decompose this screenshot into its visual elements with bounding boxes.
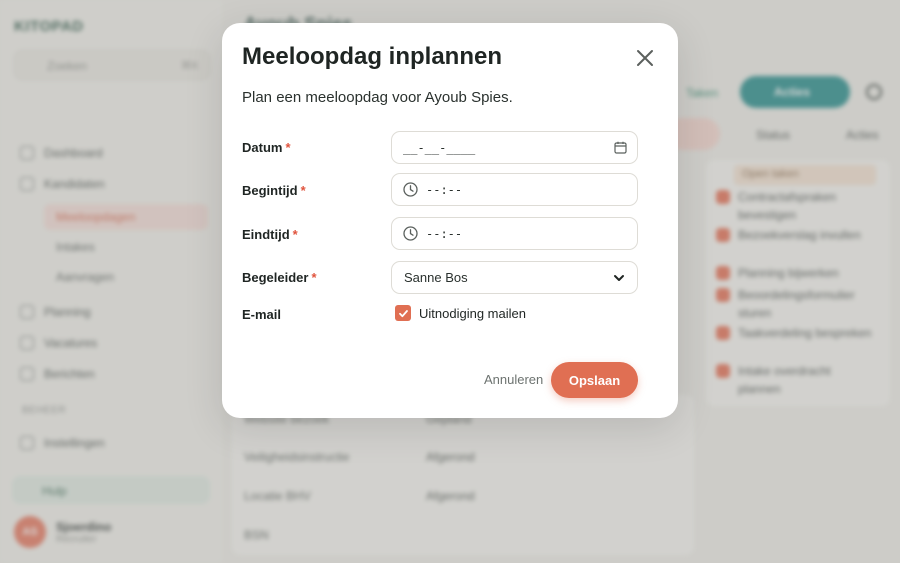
required-mark: * bbox=[300, 183, 306, 198]
email-label: E-mail bbox=[242, 307, 282, 322]
save-button[interactable]: Opslaan bbox=[551, 362, 638, 398]
clock-icon bbox=[403, 182, 418, 197]
required-mark: * bbox=[285, 140, 291, 155]
end-time-field[interactable]: --:-- bbox=[391, 217, 638, 250]
calendar-icon[interactable] bbox=[614, 141, 627, 154]
end-time-label: Eindtijd * bbox=[242, 227, 298, 242]
email-invite-label: Uitnodiging mailen bbox=[419, 305, 526, 321]
supervisor-value: Sanne Bos bbox=[404, 270, 468, 285]
date-field[interactable]: __-__-____ bbox=[391, 131, 638, 164]
email-invite-checkbox[interactable] bbox=[395, 305, 411, 321]
checkmark-icon bbox=[398, 309, 408, 317]
clock-icon bbox=[403, 226, 418, 241]
chevron-down-icon bbox=[614, 275, 624, 281]
schedule-dialog: Meeloopdag inplannen Plan een meeloopdag… bbox=[222, 23, 678, 418]
dialog-title: Meeloopdag inplannen bbox=[242, 43, 503, 70]
required-mark: * bbox=[292, 227, 298, 242]
dialog-subtitle: Plan een meeloopdag voor Ayoub Spies. bbox=[242, 89, 513, 106]
start-time-field[interactable]: --:-- bbox=[391, 173, 638, 206]
supervisor-select[interactable]: Sanne Bos bbox=[391, 261, 638, 294]
email-invite-toggle[interactable]: Uitnodiging mailen bbox=[395, 305, 526, 321]
supervisor-label: Begeleider * bbox=[242, 270, 317, 285]
start-time-label: Begintijd * bbox=[242, 183, 306, 198]
required-mark: * bbox=[311, 270, 317, 285]
end-time-value: --:-- bbox=[426, 226, 463, 241]
cancel-button[interactable]: Annuleren bbox=[484, 372, 543, 387]
start-time-value: --:-- bbox=[426, 182, 463, 197]
date-value: __-__-____ bbox=[403, 140, 476, 155]
close-icon[interactable] bbox=[634, 47, 656, 69]
date-label: Datum * bbox=[242, 140, 291, 155]
